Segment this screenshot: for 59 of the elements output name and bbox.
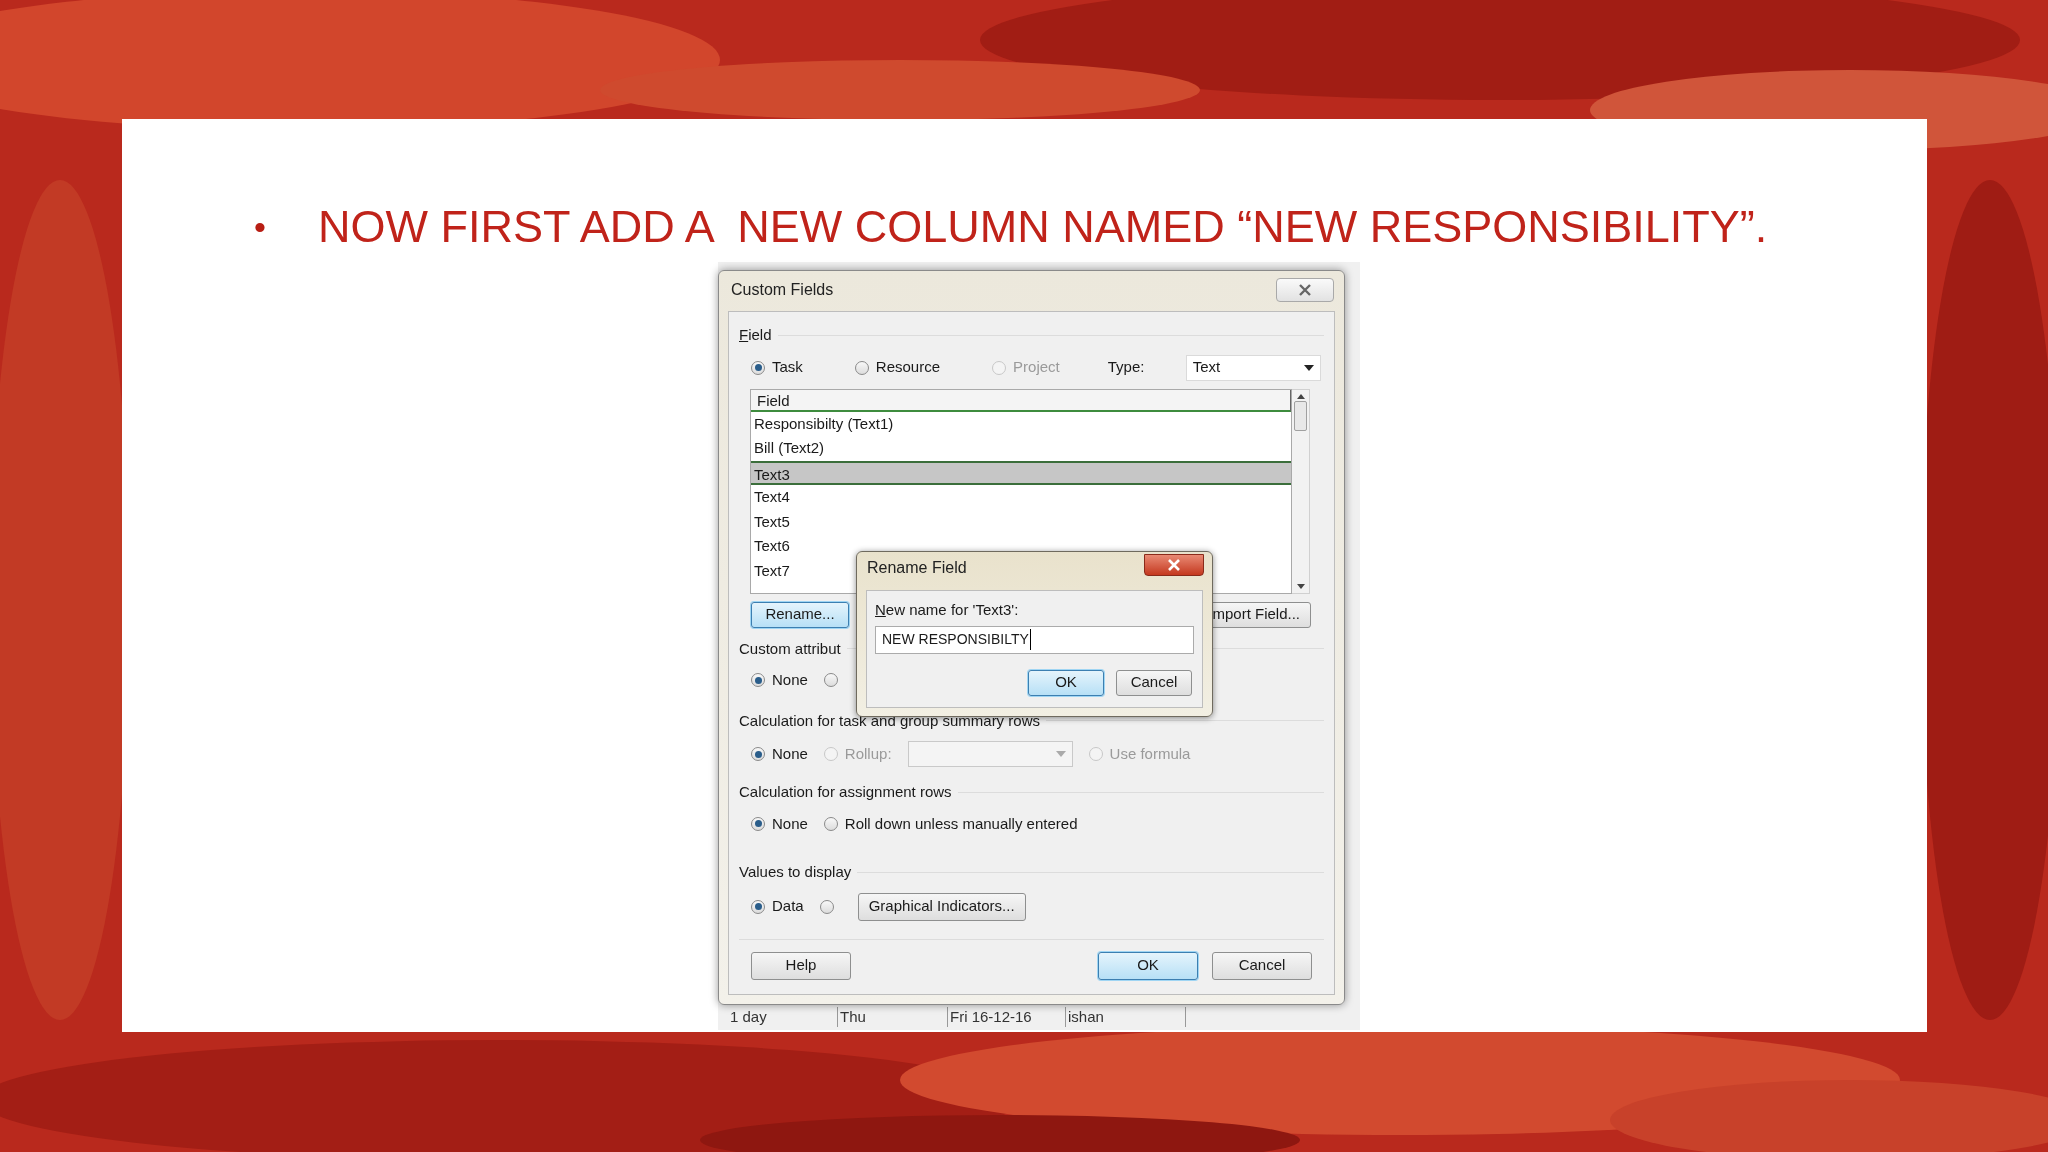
list-item[interactable]: Responsibilty (Text1): [751, 411, 1291, 437]
dropdown[interactable]: Text: [1185, 354, 1321, 381]
section-label: Field: [739, 325, 772, 345]
radio-label: Project: [1013, 357, 1060, 378]
button[interactable]: OK: [1028, 669, 1104, 696]
radio-label: Resource: [875, 357, 941, 378]
close-button[interactable]: [1276, 278, 1334, 302]
close-icon: [1298, 284, 1312, 296]
radio-button[interactable]: [854, 360, 869, 375]
table-cell: 1 day: [728, 1007, 838, 1027]
type-label: Type:: [1107, 357, 1146, 378]
radio-label: Rollup:: [844, 743, 892, 764]
section-label: Calculation for task and group summary rows: [739, 710, 1040, 731]
section-label: Values to display: [739, 862, 852, 882]
radio-button[interactable]: [819, 899, 834, 914]
button[interactable]: Help: [751, 951, 851, 980]
window-title: Custom Fields: [731, 280, 834, 300]
input-field[interactable]: NEW RESPONSIBILTY: [875, 625, 1194, 654]
scrollbar[interactable]: [1292, 388, 1310, 594]
button[interactable]: Cancel: [1116, 669, 1192, 696]
radio-button[interactable]: [751, 816, 765, 831]
radio-label: Roll down unless manually entered: [844, 813, 1078, 834]
list-item[interactable]: Text3: [751, 460, 1291, 486]
radio-button[interactable]: [751, 673, 765, 688]
radio-button[interactable]: [751, 360, 765, 375]
button[interactable]: Cancel: [1212, 951, 1312, 980]
list-item[interactable]: Text5: [751, 509, 1291, 535]
column-header[interactable]: Field: [751, 389, 1291, 412]
radio-label: Task: [772, 357, 803, 378]
slide-title: NOW FIRST ADD A NEW COLUMN NAMED “NEW RESPONSIBILITY”.: [318, 200, 1768, 255]
radio-label: None: [772, 743, 808, 764]
radio-label: None: [772, 670, 808, 690]
section-label: Custom attribut: [739, 638, 841, 659]
radio-button[interactable]: [751, 747, 765, 761]
field-label: New name for 'Text3':: [875, 600, 1020, 620]
button[interactable]: Graphical Indicators...: [857, 892, 1026, 921]
button[interactable]: OK: [1098, 951, 1198, 980]
table-cell: Thu: [838, 1007, 948, 1027]
section-label: Calculation for assignment rows: [739, 782, 952, 802]
list-item[interactable]: Bill (Text2): [751, 436, 1291, 461]
window-title: Rename Field: [867, 558, 967, 578]
table-cell: ishan: [1066, 1007, 1186, 1027]
caret-icon: [1055, 751, 1066, 757]
radio-button[interactable]: [823, 816, 838, 831]
caret-icon: [1303, 364, 1314, 371]
radio-label: None: [772, 813, 808, 834]
scroll-up-icon[interactable]: [1296, 393, 1305, 399]
scroll-down-icon[interactable]: [1296, 583, 1305, 589]
radio-button[interactable]: [823, 673, 838, 688]
close-icon: [1167, 559, 1181, 571]
radio-label: Data: [772, 896, 804, 917]
scroll-thumb[interactable]: [1294, 401, 1307, 431]
button[interactable]: Rename...: [751, 601, 849, 628]
close-button[interactable]: [1144, 554, 1204, 576]
table-cell: Fri 16-12-16: [948, 1007, 1066, 1027]
bullet: •: [254, 206, 267, 248]
radio-label: Use formula: [1109, 743, 1191, 764]
radio-button[interactable]: [751, 899, 765, 914]
list-item[interactable]: Text4: [751, 485, 1291, 510]
